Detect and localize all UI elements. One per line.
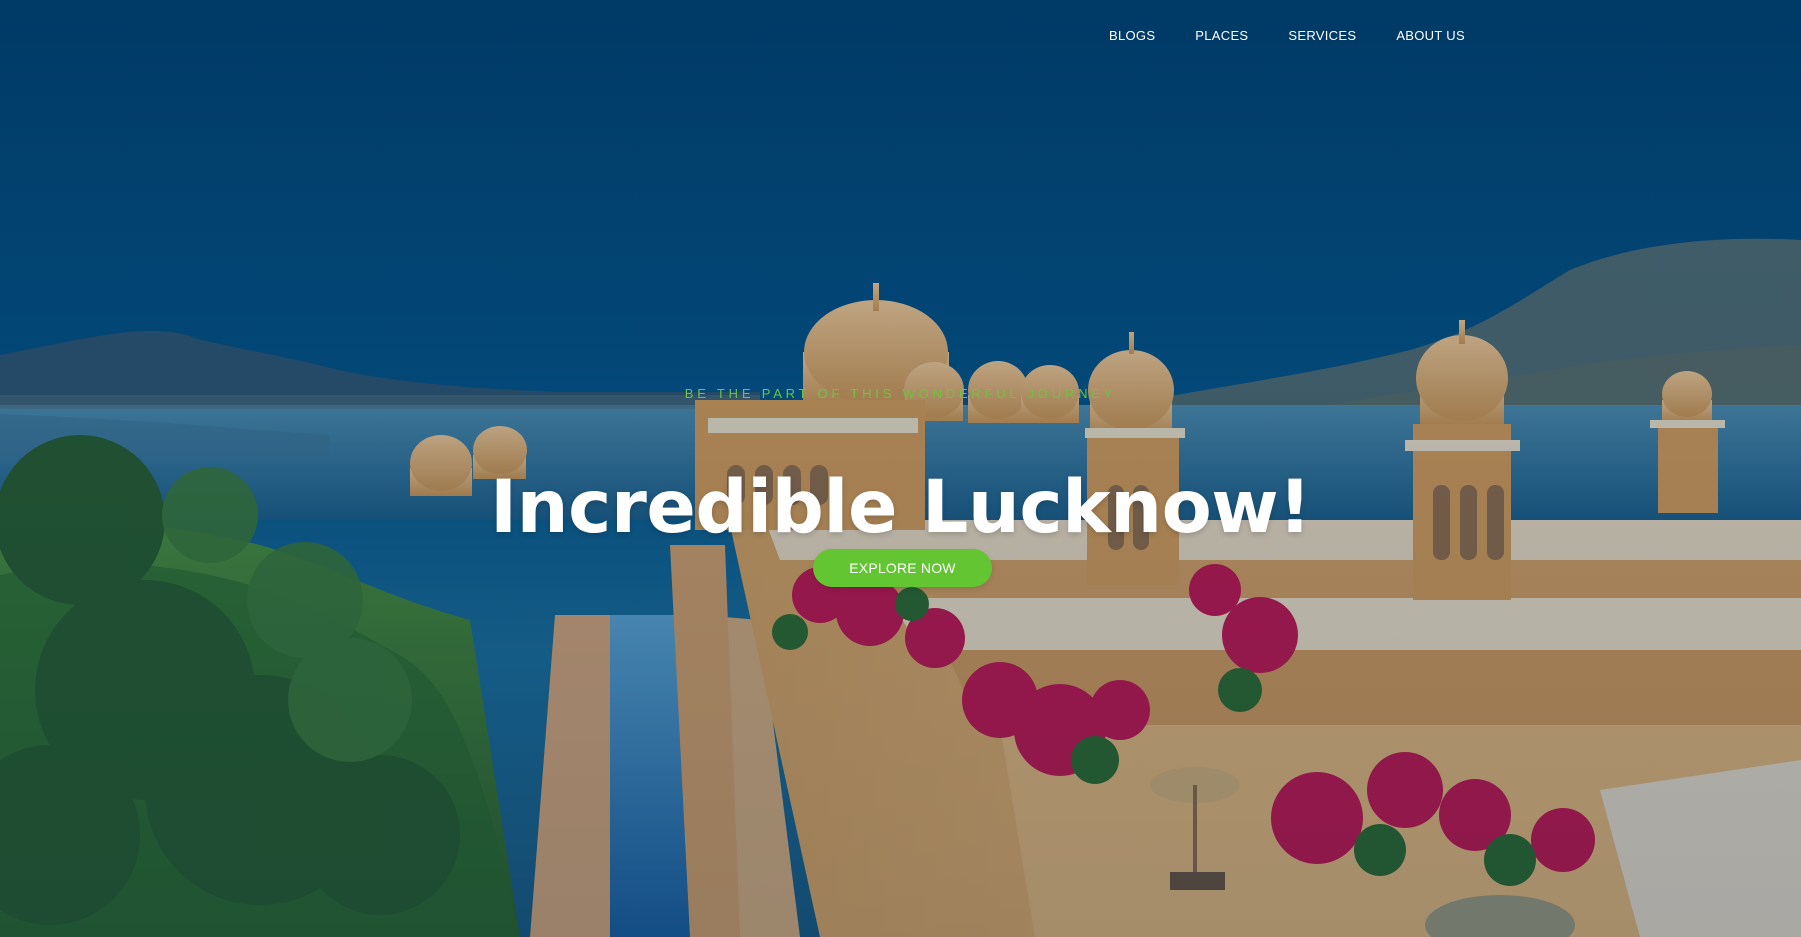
- explore-now-button[interactable]: EXPLORE NOW: [813, 549, 992, 587]
- nav-link-blogs[interactable]: BLOGS: [1109, 28, 1155, 43]
- nav-link-places[interactable]: PLACES: [1195, 28, 1248, 43]
- nav-link-services[interactable]: SERVICES: [1288, 28, 1356, 43]
- hero-section: BLOGS PLACES SERVICES ABOUT US BE THE PA…: [0, 0, 1801, 937]
- hero-title: Incredible Lucknow!: [489, 464, 1312, 550]
- main-navigation: BLOGS PLACES SERVICES ABOUT US: [1109, 28, 1465, 43]
- nav-link-about-us[interactable]: ABOUT US: [1396, 28, 1465, 43]
- hero-tagline: BE THE PART OF THIS WONDERFUL JOURNEY: [684, 386, 1117, 401]
